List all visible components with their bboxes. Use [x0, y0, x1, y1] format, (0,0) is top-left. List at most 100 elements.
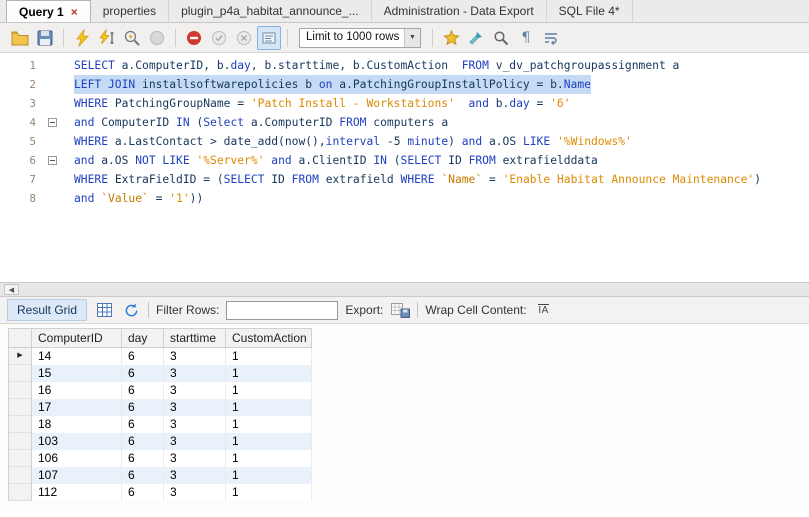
grid-cell[interactable]: 14: [32, 348, 122, 365]
table-row[interactable]: 15 6 3 1: [8, 365, 809, 382]
grid-cell[interactable]: 3: [164, 399, 226, 416]
tab-administration-data-export[interactable]: Administration - Data Export: [372, 0, 547, 22]
table-row[interactable]: ▶ 14 6 3 1: [8, 348, 809, 365]
editor-line[interactable]: 6 and a.OS NOT LIKE '%Server%' and a.Clie…: [0, 151, 809, 170]
tab-sql-file-4[interactable]: SQL File 4*: [547, 0, 633, 22]
stop-button[interactable]: [145, 26, 169, 50]
grid-cell[interactable]: 3: [164, 365, 226, 382]
grid-cell[interactable]: 107: [32, 467, 122, 484]
column-header-customaction[interactable]: CustomAction: [226, 328, 312, 348]
grid-corner-cell[interactable]: [8, 328, 32, 348]
grid-cell[interactable]: 3: [164, 484, 226, 501]
editor-line[interactable]: 2 LEFT JOIN installsoftwarepolicies b on …: [0, 75, 809, 94]
tab-plugin-p4a-habitat-announce[interactable]: plugin_p4a_habitat_announce_...: [169, 0, 372, 22]
grid-cell[interactable]: 6: [122, 416, 164, 433]
grid-cell[interactable]: 1: [226, 365, 312, 382]
grid-cell[interactable]: 1: [226, 467, 312, 484]
grid-cell[interactable]: 112: [32, 484, 122, 501]
row-selector[interactable]: [8, 365, 32, 382]
editor-line[interactable]: 7 WHERE ExtraFieldID = (SELECT ID FROM ex…: [0, 170, 809, 189]
grid-cell[interactable]: 1: [226, 416, 312, 433]
grid-cell[interactable]: 6: [122, 365, 164, 382]
fold-collapse-icon[interactable]: [47, 118, 57, 127]
save-snippet-button[interactable]: [439, 26, 463, 50]
tab-query-1[interactable]: Query 1 ×: [6, 0, 91, 22]
limit-rows-dropdown[interactable]: Limit to 1000 rows ▼: [299, 27, 421, 48]
grid-cell[interactable]: 3: [164, 433, 226, 450]
row-selector[interactable]: [8, 416, 32, 433]
editor-result-splitter[interactable]: ◀: [0, 282, 809, 297]
grid-cell[interactable]: 6: [122, 348, 164, 365]
grid-cell[interactable]: 6: [122, 450, 164, 467]
grid-view-icon[interactable]: [94, 300, 114, 320]
grid-cell[interactable]: 16: [32, 382, 122, 399]
grid-cell[interactable]: 3: [164, 382, 226, 399]
execute-current-button[interactable]: [95, 26, 119, 50]
grid-cell[interactable]: 6: [122, 484, 164, 501]
row-selector[interactable]: [8, 399, 32, 416]
table-row[interactable]: 107 6 3 1: [8, 467, 809, 484]
refresh-icon[interactable]: [121, 300, 141, 320]
execute-button[interactable]: [70, 26, 94, 50]
grid-cell[interactable]: 15: [32, 365, 122, 382]
filter-rows-input[interactable]: [226, 300, 339, 320]
grid-cell[interactable]: 17: [32, 399, 122, 416]
grid-cell[interactable]: 6: [122, 382, 164, 399]
row-selector[interactable]: [8, 467, 32, 484]
tab-close-icon[interactable]: ×: [71, 6, 78, 18]
row-selector[interactable]: [8, 433, 32, 450]
tab-properties[interactable]: properties: [91, 0, 170, 22]
autocommit-button[interactable]: [257, 25, 281, 50]
row-selector[interactable]: [8, 450, 32, 467]
current-row-indicator[interactable]: ▶: [8, 348, 32, 365]
grid-cell[interactable]: 3: [164, 467, 226, 484]
rollback-button[interactable]: [232, 26, 256, 50]
table-row[interactable]: 16 6 3 1: [8, 382, 809, 399]
open-script-button[interactable]: [8, 26, 32, 50]
collapse-panel-icon[interactable]: ◀: [4, 284, 19, 295]
table-row[interactable]: 103 6 3 1: [8, 433, 809, 450]
column-header-computerid[interactable]: ComputerID: [32, 328, 122, 348]
editor-line[interactable]: 8 and `Value` = '1')): [0, 189, 809, 208]
column-header-day[interactable]: day: [122, 328, 164, 348]
grid-cell[interactable]: 1: [226, 382, 312, 399]
row-selector[interactable]: [8, 484, 32, 501]
table-row[interactable]: 106 6 3 1: [8, 450, 809, 467]
grid-cell[interactable]: 1: [226, 433, 312, 450]
fold-collapse-icon[interactable]: [47, 156, 57, 165]
editor-line[interactable]: 4 and ComputerID IN (Select a.ComputerID …: [0, 113, 809, 132]
editor-line[interactable]: 5 WHERE a.LastContact > date_add(now(),in…: [0, 132, 809, 151]
grid-cell[interactable]: 6: [122, 433, 164, 450]
editor-line[interactable]: 3 WHERE PatchingGroupName = 'Patch Instal…: [0, 94, 809, 113]
grid-cell[interactable]: 106: [32, 450, 122, 467]
table-row[interactable]: 112 6 3 1: [8, 484, 809, 501]
export-icon[interactable]: [390, 300, 410, 320]
table-row[interactable]: 17 6 3 1: [8, 399, 809, 416]
wrap-cell-icon[interactable]: IA: [534, 300, 554, 320]
stop-on-error-button[interactable]: [182, 26, 206, 50]
wrap-text-button[interactable]: [539, 26, 563, 50]
save-script-button[interactable]: [33, 26, 57, 50]
invisible-chars-button[interactable]: ¶: [514, 26, 538, 50]
grid-cell[interactable]: 1: [226, 450, 312, 467]
execute-current-icon: [98, 28, 116, 47]
find-button[interactable]: [489, 26, 513, 50]
editor-line[interactable]: 1 SELECT a.ComputerID, b.day, b.starttime…: [0, 56, 809, 75]
grid-cell[interactable]: 3: [164, 416, 226, 433]
beautify-button[interactable]: [464, 26, 488, 50]
row-selector[interactable]: [8, 382, 32, 399]
sql-editor[interactable]: 1 SELECT a.ComputerID, b.day, b.starttime…: [0, 53, 809, 282]
explain-button[interactable]: [120, 26, 144, 50]
grid-cell[interactable]: 103: [32, 433, 122, 450]
commit-button[interactable]: [207, 26, 231, 50]
grid-cell[interactable]: 1: [226, 484, 312, 501]
grid-cell[interactable]: 3: [164, 348, 226, 365]
column-header-starttime[interactable]: starttime: [164, 328, 226, 348]
grid-cell[interactable]: 1: [226, 399, 312, 416]
grid-cell[interactable]: 1: [226, 348, 312, 365]
grid-cell[interactable]: 6: [122, 399, 164, 416]
grid-cell[interactable]: 18: [32, 416, 122, 433]
grid-cell[interactable]: 3: [164, 450, 226, 467]
table-row[interactable]: 18 6 3 1: [8, 416, 809, 433]
grid-cell[interactable]: 6: [122, 467, 164, 484]
